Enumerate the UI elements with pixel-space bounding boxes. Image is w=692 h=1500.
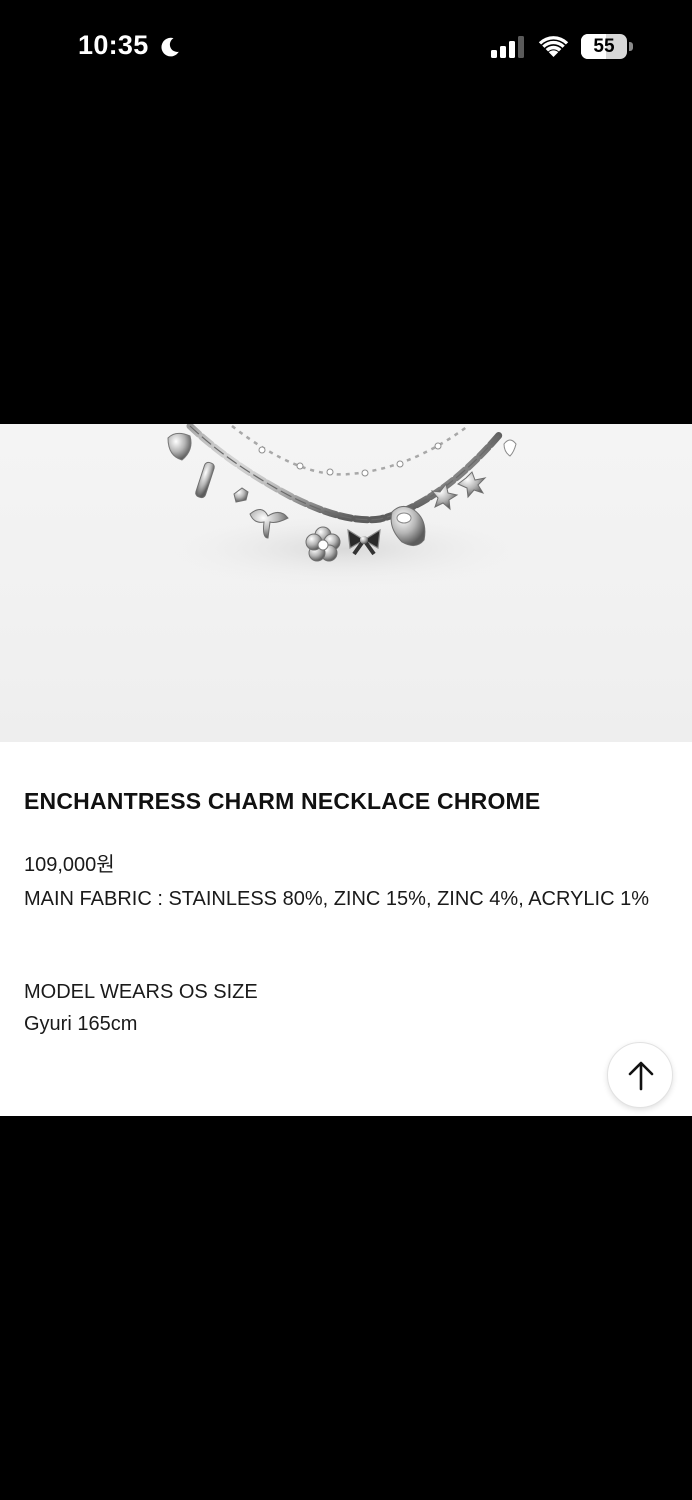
model-wears-text: MODEL WEARS OS SIZE <box>24 981 258 1003</box>
necklace-image <box>155 424 535 589</box>
moon-icon <box>161 37 179 57</box>
wifi-icon <box>538 36 569 57</box>
model-size-text: Gyuri 165cm <box>24 1013 138 1035</box>
status-bar: 10:35 55 <box>0 0 692 95</box>
battery-level: 55 <box>593 36 615 57</box>
product-title: ENCHANTRESS CHARM NECKLACE CHROME <box>24 788 541 814</box>
scroll-to-top-button[interactable] <box>607 1042 673 1108</box>
battery-cap <box>629 42 633 51</box>
product-price: 109,000원 <box>24 854 115 876</box>
status-time: 10:35 <box>78 30 149 60</box>
product-fabric: MAIN FABRIC : STAINLESS 80%, ZINC 15%, Z… <box>24 888 649 910</box>
phone-screen: 10:35 55 ENCHANTRESS CHARM NECKLACE CHRO… <box>0 0 692 1500</box>
cellular-signal-icon <box>491 36 524 58</box>
arrow-up-icon <box>628 1061 654 1091</box>
product-image <box>0 424 692 742</box>
battery-icon: 55 <box>581 34 627 59</box>
product-info: ENCHANTRESS CHARM NECKLACE CHROME 109,00… <box>0 742 692 1116</box>
